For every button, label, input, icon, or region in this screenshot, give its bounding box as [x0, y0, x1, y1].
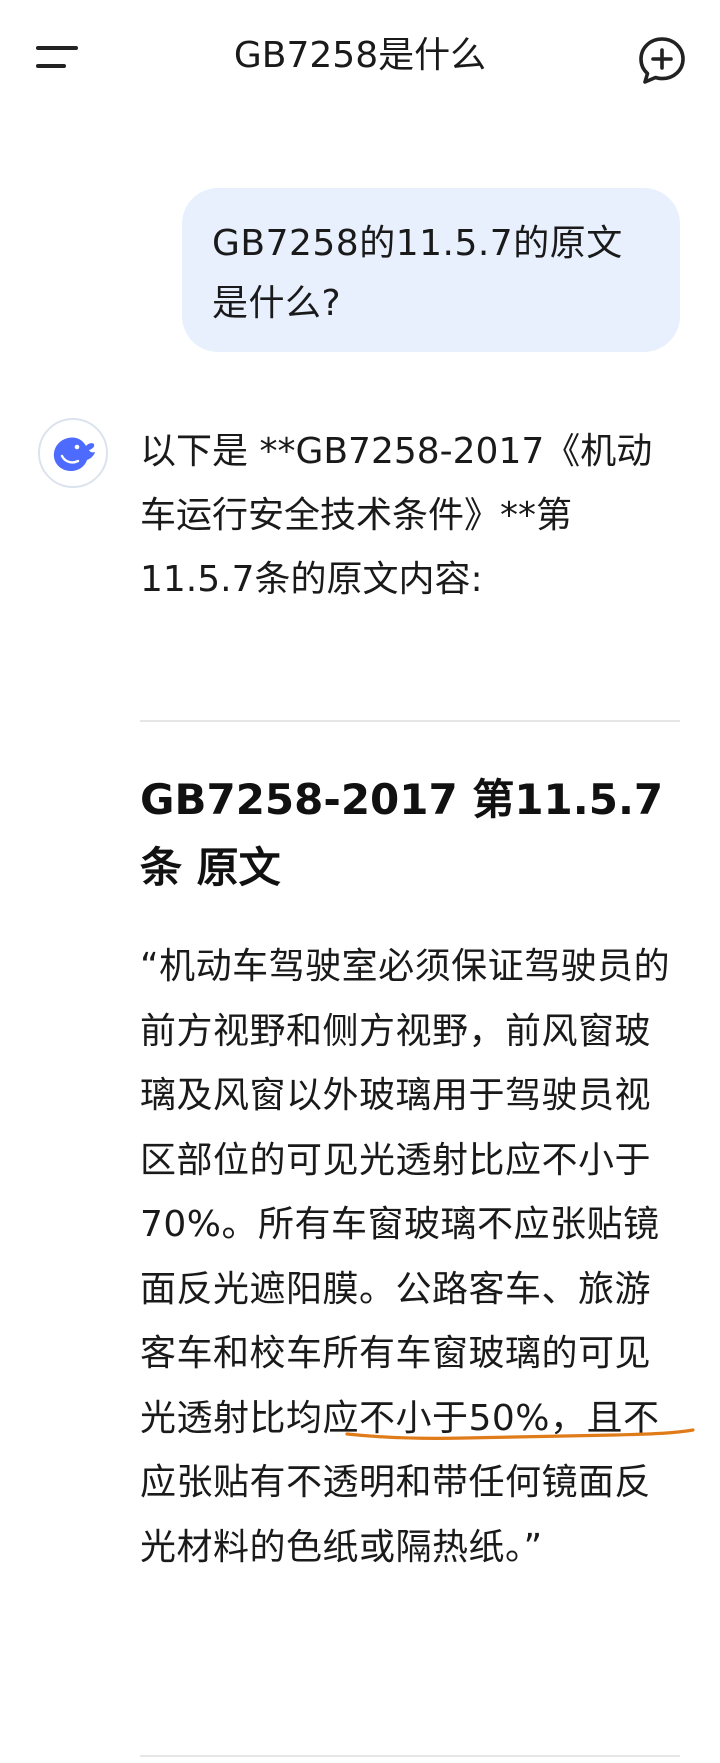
menu-bar-top: [36, 46, 78, 50]
assistant-avatar: [38, 418, 108, 488]
assistant-intro-text: 以下是 **GB7258-2017《机动车运行安全技术条件》**第11.5.7条…: [140, 431, 653, 600]
whale-logo-icon: [53, 437, 95, 471]
top-bar: GB7258是什么: [0, 0, 720, 110]
conversation-title: GB7258是什么: [233, 35, 487, 76]
quoted-regulation-text: “机动车驾驶室必须保证驾驶员的前方视野和侧方视野，前风窗玻璃及风窗以外玻璃用于驾…: [140, 946, 671, 1568]
section-heading: GB7258-2017 第11.5.7条 原文: [140, 775, 664, 892]
new-chat-icon[interactable]: [632, 30, 692, 90]
divider: [140, 1755, 680, 1757]
assistant-message: 以下是 **GB7258-2017《机动车运行安全技术条件》**第11.5.7条…: [140, 420, 680, 612]
user-message-bubble[interactable]: GB7258的11.5.7的原文是什么?: [182, 188, 680, 352]
hamburger-menu-icon[interactable]: [26, 34, 86, 84]
menu-bar-bottom: [36, 64, 66, 68]
divider: [140, 720, 680, 722]
user-message-text: GB7258的11.5.7的原文是什么?: [212, 223, 623, 324]
